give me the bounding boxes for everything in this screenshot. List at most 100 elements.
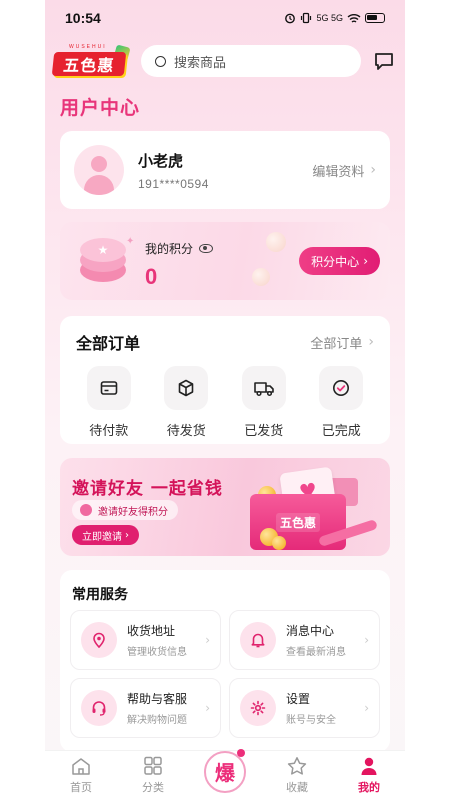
search-icon	[155, 55, 166, 67]
chevron-right-icon: ›	[205, 701, 210, 715]
headset-icon	[81, 690, 117, 726]
status-icons: 5G 5G	[284, 12, 385, 24]
star-icon	[287, 757, 307, 775]
chevron-right-icon: ›	[368, 334, 374, 350]
notification-dot	[237, 748, 245, 757]
battery-icon	[365, 13, 385, 23]
orders-header: 全部订单 全部订单 ›	[60, 316, 390, 354]
service-name: 消息中心	[286, 624, 335, 638]
tab-favorites[interactable]: 收藏	[267, 756, 327, 795]
coin-icon	[80, 504, 92, 516]
chevron-right-icon: ›	[363, 254, 368, 268]
invite-friends-banner[interactable]: 邀请好友 一起省钱 邀请好友得积分 立即邀请 › ♥ 五色惠	[60, 458, 390, 556]
home-icon	[72, 758, 90, 775]
page-title: 用户中心	[60, 97, 141, 119]
search-placeholder: 搜索商品	[174, 55, 227, 71]
services-title: 常用服务	[72, 587, 128, 603]
user-profile-card[interactable]: 小老虎 191****0594 编辑资料 ›	[60, 131, 390, 209]
hot-deal-label: 爆	[215, 761, 235, 785]
sparkle-icon: ✦	[126, 236, 135, 247]
chevron-right-icon: ›	[364, 633, 369, 647]
tab-hot-deals[interactable]: 爆	[195, 748, 255, 797]
service-desc: 查看最新消息	[286, 647, 346, 658]
service-desc: 账号与安全	[286, 715, 336, 726]
points-center-label: 积分中心	[311, 254, 360, 269]
all-orders-link[interactable]: 全部订单 ›	[310, 333, 374, 352]
bottom-tab-bar: 首页 分类 爆 收藏 我的	[45, 748, 405, 800]
check-circle-icon	[319, 366, 364, 410]
status-time: 10:54	[65, 10, 101, 26]
tab-label: 收藏	[286, 781, 308, 794]
tab-home[interactable]: 首页	[51, 756, 111, 795]
truck-icon	[241, 366, 286, 410]
service-message-center[interactable]: 消息中心 查看最新消息 ›	[229, 610, 380, 670]
gear-icon	[240, 690, 276, 726]
service-text: 帮助与客服 解决购物问题	[127, 690, 195, 726]
search-input[interactable]: 搜索商品	[141, 45, 361, 77]
points-center-button[interactable]: 积分中心 ›	[299, 247, 380, 275]
user-name: 小老虎	[138, 151, 184, 170]
chevron-right-icon: ›	[205, 633, 210, 647]
service-text: 设置 账号与安全	[286, 690, 354, 726]
status-bar: 10:54 5G 5G	[45, 0, 405, 36]
eye-icon[interactable]	[199, 244, 214, 253]
message-icon[interactable]	[373, 50, 395, 72]
box-icon	[164, 366, 209, 410]
invite-now-button[interactable]: 立即邀请 ›	[72, 525, 139, 545]
edit-profile-link[interactable]: 编辑资料 ›	[312, 161, 376, 180]
avatar-body	[84, 175, 114, 195]
service-shipping-address[interactable]: 收货地址 管理收货信息 ›	[70, 610, 221, 670]
vibrate-icon	[301, 12, 312, 24]
points-value: 0	[145, 264, 158, 289]
grid-icon	[144, 756, 162, 775]
network-label: 5G 5G	[316, 13, 343, 23]
wifi-icon	[347, 13, 361, 23]
app-screen: 10:54 5G 5G WUSEHUI 五色惠 搜索商品 用户中心 小老虎 19…	[0, 0, 450, 800]
order-status-label: 已完成	[321, 424, 361, 439]
banner-title: 邀请好友 一起省钱	[72, 479, 223, 499]
order-status-completed[interactable]: 已完成	[306, 366, 376, 439]
common-services-card: 常用服务 收货地址 管理收货信息 › 消息中心 查看最新消息 › 帮助与客服 解…	[60, 570, 390, 752]
points-label-row: 我的积分	[145, 240, 214, 257]
order-status-shipped[interactable]: 已发货	[229, 366, 299, 439]
tab-mine[interactable]: 我的	[339, 756, 399, 795]
bubble-decoration	[252, 268, 270, 286]
logo-tagline: WUSEHUI	[69, 44, 107, 50]
service-help-support[interactable]: 帮助与客服 解决购物问题 ›	[70, 678, 221, 738]
user-icon	[361, 757, 377, 775]
order-status-row: 待付款 待发货 已发货 已完成	[60, 354, 390, 439]
tab-label: 首页	[70, 781, 92, 794]
service-text: 消息中心 查看最新消息	[286, 622, 354, 658]
tab-category[interactable]: 分类	[123, 756, 183, 795]
service-name: 收货地址	[127, 624, 176, 638]
bell-icon	[240, 622, 276, 658]
banner-subtitle: 邀请好友得积分	[72, 500, 178, 520]
points-label: 我的积分	[145, 242, 194, 256]
edit-profile-label: 编辑资料	[312, 164, 365, 180]
avatar-head	[91, 156, 107, 172]
chevron-right-icon: ›	[125, 529, 129, 541]
user-phone: 191****0594	[138, 176, 209, 191]
chevron-right-icon: ›	[370, 162, 376, 178]
order-status-pending-payment[interactable]: 待付款	[74, 366, 144, 439]
service-settings[interactable]: 设置 账号与安全 ›	[229, 678, 380, 738]
points-card: ★ ✦ 我的积分 0 积分中心 ›	[60, 222, 390, 300]
coin-stack-icon: ★	[80, 238, 126, 284]
services-grid: 收货地址 管理收货信息 › 消息中心 查看最新消息 › 帮助与客服 解决购物问题…	[70, 610, 380, 738]
coin-icon	[272, 536, 286, 550]
order-status-pending-shipment[interactable]: 待发货	[151, 366, 221, 439]
service-desc: 解决购物问题	[127, 715, 187, 726]
tab-label: 分类	[142, 781, 164, 794]
service-text: 收货地址 管理收货信息	[127, 622, 195, 658]
order-status-label: 待付款	[89, 424, 129, 439]
bag-logo-text: 五色惠	[275, 512, 320, 532]
left-margin	[0, 0, 45, 800]
orders-title: 全部订单	[76, 334, 141, 353]
service-desc: 管理收货信息	[127, 647, 187, 658]
orders-card: 全部订单 全部订单 › 待付款 待发货 已发货 已完成	[60, 316, 390, 444]
alarm-icon	[285, 13, 296, 24]
brand-logo[interactable]: WUSEHUI 五色惠	[51, 44, 131, 78]
header: WUSEHUI 五色惠 搜索商品	[45, 40, 405, 82]
avatar[interactable]	[74, 145, 124, 195]
tab-label: 我的	[358, 781, 380, 794]
